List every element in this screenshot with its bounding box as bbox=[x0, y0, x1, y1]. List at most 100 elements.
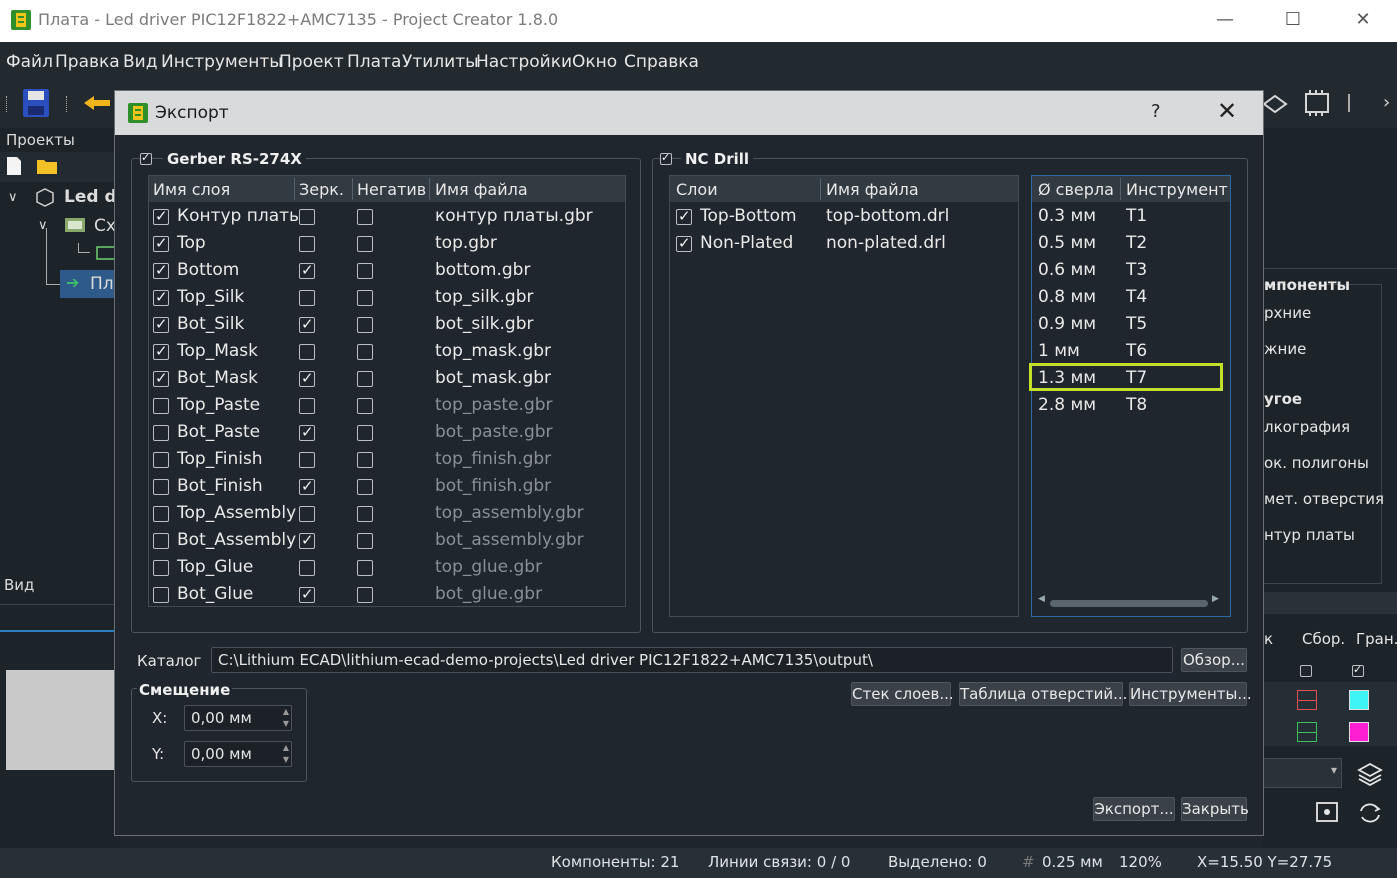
gerber-layer-row[interactable]: Bot_Glue bot_glue.gbr bbox=[149, 584, 625, 611]
gerber-layer-row[interactable]: Bot_Mask bot_mask.gbr bbox=[149, 368, 625, 395]
gerber-layer-row[interactable]: Bot_Assembly bot_assembly.gbr bbox=[149, 530, 625, 557]
layers-stack-icon[interactable] bbox=[1357, 762, 1383, 786]
col-drill-diameter[interactable]: Ø сверла bbox=[1038, 180, 1114, 199]
export-button[interactable]: Экспорт... bbox=[1093, 797, 1175, 821]
tool-row[interactable]: 0.6 мм T3 bbox=[1032, 260, 1230, 287]
gerber-layer-row[interactable]: Top_Finish top_finish.gbr bbox=[149, 449, 625, 476]
layer-export-checkbox[interactable] bbox=[153, 234, 169, 252]
menu-edit[interactable]: Правка bbox=[55, 52, 120, 72]
layer-export-checkbox[interactable] bbox=[153, 560, 169, 576]
components-lower[interactable]: жние bbox=[1264, 340, 1306, 358]
layer-export-checkbox[interactable] bbox=[153, 342, 169, 360]
layer-file-name[interactable]: bot_silk.gbr bbox=[435, 314, 533, 334]
help-button[interactable]: ? bbox=[1151, 101, 1161, 122]
negative-checkbox[interactable] bbox=[357, 479, 373, 495]
menu-project[interactable]: Проект bbox=[279, 52, 344, 72]
browse-button[interactable]: Обзор... bbox=[1181, 648, 1247, 672]
menu-tools[interactable]: Инструменты bbox=[161, 52, 283, 72]
layer-file-name[interactable]: top_mask.gbr bbox=[435, 341, 551, 361]
negative-checkbox[interactable] bbox=[357, 236, 373, 252]
gerber-layer-row[interactable]: Top_Mask top_mask.gbr bbox=[149, 341, 625, 368]
layer-export-checkbox[interactable] bbox=[153, 288, 169, 306]
tool-row[interactable]: 0.3 мм T1 bbox=[1032, 206, 1230, 233]
tree-item-schematic[interactable]: Сх bbox=[94, 216, 116, 236]
negative-checkbox[interactable] bbox=[357, 398, 373, 414]
tool-row[interactable]: 0.8 мм T4 bbox=[1032, 287, 1230, 314]
gerber-layer-row[interactable]: Контур платы контур платы.gbr bbox=[149, 206, 625, 233]
mirror-checkbox[interactable] bbox=[299, 315, 315, 333]
layer-select-dropdown[interactable]: ▾ bbox=[1262, 758, 1342, 788]
layer-color-swatch[interactable] bbox=[1297, 722, 1317, 742]
tool-row[interactable]: 2.8 мм T8 bbox=[1032, 395, 1230, 422]
spin-arrows-icon[interactable]: ▲ ▼ bbox=[283, 742, 289, 766]
layer-color-swatch[interactable] bbox=[1297, 690, 1317, 710]
layer-file-name[interactable]: bot_assembly.gbr bbox=[435, 530, 584, 550]
dialog-close-icon[interactable]: ✕ bbox=[1217, 97, 1237, 125]
layer-export-checkbox[interactable] bbox=[153, 587, 169, 603]
layer-export-checkbox[interactable] bbox=[153, 533, 169, 549]
flip-board-icon[interactable] bbox=[1314, 800, 1340, 824]
mirror-checkbox[interactable] bbox=[299, 506, 315, 522]
chip-tool-icon[interactable] bbox=[1300, 90, 1334, 116]
layer-file-name[interactable]: bottom.gbr bbox=[435, 260, 530, 280]
col-file-name[interactable]: Имя файла bbox=[435, 180, 528, 199]
col-drill-file-name[interactable]: Имя файла bbox=[826, 180, 919, 199]
tree-item-board-selected[interactable]: ➔ Пл bbox=[60, 270, 120, 298]
mirror-checkbox[interactable] bbox=[299, 290, 315, 306]
layer-stack-button[interactable]: Стек слоев... bbox=[851, 682, 954, 706]
toolbar-overflow-icon[interactable]: › bbox=[1383, 92, 1390, 113]
gerber-layer-row[interactable]: Top_Paste top_paste.gbr bbox=[149, 395, 625, 422]
negative-checkbox[interactable] bbox=[357, 290, 373, 306]
drill-file-name[interactable]: non-plated.drl bbox=[826, 233, 946, 253]
mirror-checkbox[interactable] bbox=[299, 585, 315, 603]
layer-file-name[interactable]: bot_mask.gbr bbox=[435, 368, 551, 388]
drill-export-checkbox[interactable] bbox=[676, 207, 692, 225]
mirror-checkbox[interactable] bbox=[299, 261, 315, 279]
negative-checkbox[interactable] bbox=[357, 263, 373, 279]
negative-checkbox[interactable] bbox=[357, 371, 373, 387]
refresh-icon[interactable] bbox=[1357, 802, 1383, 824]
gerber-layer-row[interactable]: Top_Silk top_silk.gbr bbox=[149, 287, 625, 314]
menu-file[interactable]: Файл bbox=[6, 52, 53, 72]
menu-settings[interactable]: Настройки bbox=[476, 52, 572, 72]
menu-help[interactable]: Справка bbox=[624, 52, 699, 72]
tool-table-hscrollbar[interactable]: ◀ ▶ bbox=[1038, 594, 1222, 610]
maximize-button[interactable]: ☐ bbox=[1270, 6, 1316, 34]
offset-x-input[interactable]: 0,00 мм ▲ ▼ bbox=[184, 705, 292, 731]
layer-file-name[interactable]: top_finish.gbr bbox=[435, 449, 551, 469]
close-button[interactable]: Закрыть bbox=[1181, 797, 1249, 821]
layers-tool-icon[interactable] bbox=[1262, 90, 1288, 116]
border-checkbox[interactable] bbox=[1352, 663, 1364, 677]
layer-file-name[interactable]: top_silk.gbr bbox=[435, 287, 533, 307]
mirror-checkbox[interactable] bbox=[299, 209, 315, 225]
components-upper[interactable]: рхние bbox=[1264, 304, 1311, 322]
scroll-right-icon[interactable]: ▶ bbox=[1212, 594, 1219, 604]
gerber-layer-row[interactable]: Top top.gbr bbox=[149, 233, 625, 260]
gerber-layer-row[interactable]: Bot_Finish bot_finish.gbr bbox=[149, 476, 625, 503]
gerber-layer-row[interactable]: Bot_Paste bot_paste.gbr bbox=[149, 422, 625, 449]
layer-file-name[interactable]: top_assembly.gbr bbox=[435, 503, 584, 523]
hole-table-button[interactable]: Таблица отверстий... bbox=[959, 682, 1127, 706]
col-layers[interactable]: Слои bbox=[676, 180, 718, 199]
layer-color-swatch[interactable] bbox=[1349, 722, 1369, 742]
drill-export-checkbox[interactable] bbox=[676, 234, 692, 252]
drill-layer-row[interactable]: Non-Plated non-plated.drl bbox=[670, 233, 1018, 260]
gerber-layer-row[interactable]: Top_Glue top_glue.gbr bbox=[149, 557, 625, 584]
negative-checkbox[interactable] bbox=[357, 452, 373, 468]
layer-export-checkbox[interactable] bbox=[153, 207, 169, 225]
mirror-checkbox[interactable] bbox=[299, 477, 315, 495]
col-mirror[interactable]: Зерк. bbox=[299, 180, 344, 199]
gerber-layer-row[interactable]: Bot_Silk bot_silk.gbr bbox=[149, 314, 625, 341]
assembly-checkbox[interactable] bbox=[1300, 665, 1312, 677]
drill-file-name[interactable]: top-bottom.drl bbox=[826, 206, 949, 226]
menu-utilities[interactable]: Утилиты bbox=[402, 52, 479, 72]
layer-export-checkbox[interactable] bbox=[153, 452, 169, 468]
mirror-checkbox[interactable] bbox=[299, 560, 315, 576]
scrollbar-thumb[interactable] bbox=[1050, 600, 1208, 607]
menu-view[interactable]: Вид bbox=[123, 52, 157, 72]
gerber-layer-row[interactable]: Top_Assembly top_assembly.gbr bbox=[149, 503, 625, 530]
gerber-enable-checkbox[interactable] bbox=[140, 151, 152, 165]
polygons-toggle[interactable]: ок. полигоны bbox=[1264, 454, 1369, 472]
mirror-checkbox[interactable] bbox=[299, 423, 315, 441]
outline-toggle[interactable]: нтур платы bbox=[1264, 526, 1355, 544]
